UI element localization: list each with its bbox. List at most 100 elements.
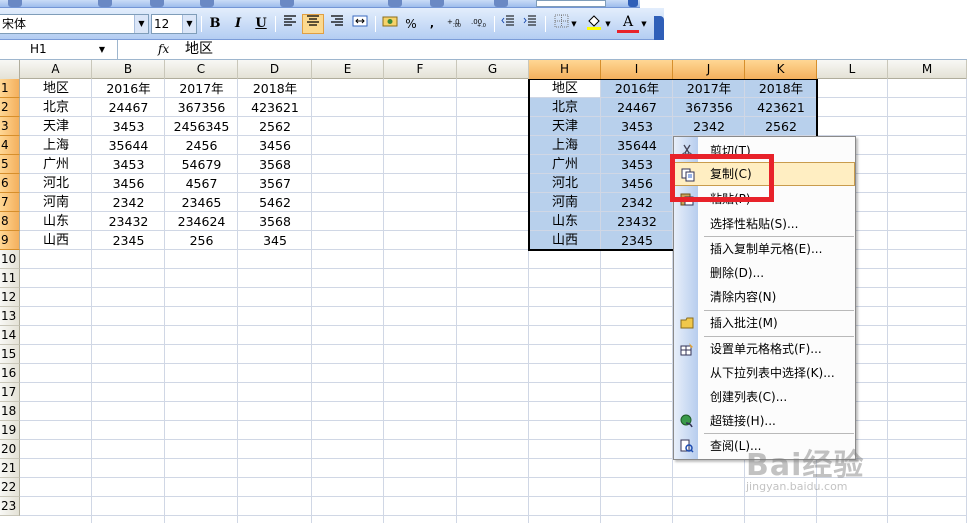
row-header[interactable]: 4	[0, 136, 20, 155]
table-cell[interactable]: 23432	[92, 212, 165, 231]
header-cell[interactable]: 地区	[529, 79, 601, 98]
row-header[interactable]: 2	[0, 98, 20, 117]
table-cell[interactable]: 3567	[238, 174, 312, 193]
table-cell[interactable]: 256	[165, 231, 238, 250]
row-header[interactable]: 17	[0, 383, 20, 402]
increase-indent-button[interactable]	[519, 14, 541, 34]
underline-button[interactable]: U	[250, 14, 272, 34]
column-header[interactable]: A	[20, 60, 92, 79]
toolbar-button-stub[interactable]	[388, 0, 402, 7]
toolbar-button-stub[interactable]	[8, 0, 22, 7]
column-header[interactable]: E	[312, 60, 384, 79]
row-header[interactable]: 20	[0, 440, 20, 459]
table-cell[interactable]: 3453	[92, 155, 165, 174]
table-cell[interactable]: 4567	[165, 174, 238, 193]
row-header[interactable]: 21	[0, 459, 20, 478]
table-cell[interactable]: 河北	[529, 174, 601, 193]
table-cell[interactable]: 24467	[92, 98, 165, 117]
table-cell[interactable]: 423621	[238, 98, 312, 117]
table-cell[interactable]: 3568	[238, 155, 312, 174]
menu-item-paste-special[interactable]: 选择性粘贴(S)...	[674, 212, 855, 236]
decrease-indent-button[interactable]	[497, 14, 519, 34]
percent-button[interactable]: %	[400, 14, 422, 34]
table-cell[interactable]: 2562	[745, 117, 817, 136]
table-cell[interactable]: 北京	[20, 98, 92, 117]
column-header[interactable]: H	[529, 60, 601, 79]
toolbar-button-stub[interactable]	[430, 0, 444, 7]
column-header[interactable]: M	[888, 60, 967, 79]
table-cell[interactable]: 山东	[20, 212, 92, 231]
table-cell[interactable]: 天津	[20, 117, 92, 136]
table-cell[interactable]: 345	[238, 231, 312, 250]
row-header[interactable]: 22	[0, 478, 20, 497]
table-cell[interactable]: 423621	[745, 98, 817, 117]
table-cell[interactable]: 2456345	[165, 117, 238, 136]
column-header[interactable]: K	[745, 60, 817, 79]
header-cell[interactable]: 2016年	[601, 79, 673, 98]
row-header[interactable]: 3	[0, 117, 20, 136]
fill-color-button[interactable]	[583, 14, 605, 34]
italic-button[interactable]: I	[227, 14, 249, 34]
table-cell[interactable]: 367356	[165, 98, 238, 117]
table-cell[interactable]: 3453	[601, 117, 673, 136]
font-color-button[interactable]: A	[617, 14, 639, 33]
table-cell[interactable]: 河南	[20, 193, 92, 212]
header-cell[interactable]: 2017年	[673, 79, 745, 98]
align-right-button[interactable]	[326, 14, 348, 34]
table-cell[interactable]: 广州	[529, 155, 601, 174]
row-header[interactable]: 8	[0, 212, 20, 231]
table-cell[interactable]: 3456	[601, 174, 673, 193]
align-center-button[interactable]	[302, 14, 324, 34]
menu-item-delete[interactable]: 删除(D)...	[674, 261, 855, 285]
zoom-box[interactable]	[536, 0, 606, 7]
row-header[interactable]: 16	[0, 364, 20, 383]
chevron-down-icon[interactable]: ▼	[639, 14, 649, 34]
menu-item-insert-comment[interactable]: 插入批注(M)	[674, 311, 855, 335]
formula-input[interactable]: 地区	[185, 40, 213, 59]
header-cell[interactable]: 地区	[20, 79, 92, 98]
merge-center-button[interactable]	[349, 14, 371, 34]
table-cell[interactable]: 2342	[601, 193, 673, 212]
column-header[interactable]: D	[238, 60, 312, 79]
row-header[interactable]: 23	[0, 497, 20, 516]
decrease-decimal-button[interactable]: .00 +.0	[469, 14, 491, 34]
table-cell[interactable]: 上海	[20, 136, 92, 155]
font-name-select[interactable]: 宋体 ▼	[0, 14, 149, 34]
table-cell[interactable]: 3456	[92, 174, 165, 193]
column-header[interactable]: C	[165, 60, 238, 79]
chevron-down-icon[interactable]: ▼	[182, 15, 196, 33]
font-size-select[interactable]: 12 ▼	[151, 14, 197, 34]
table-cell[interactable]: 3453	[601, 155, 673, 174]
column-header[interactable]: I	[601, 60, 673, 79]
table-cell[interactable]: 3456	[238, 136, 312, 155]
row-header[interactable]: 10	[0, 250, 20, 269]
column-header[interactable]: L	[817, 60, 888, 79]
menu-item-format-cells[interactable]: 设置单元格格式(F)...	[674, 337, 855, 361]
table-cell[interactable]: 23432	[601, 212, 673, 231]
column-header[interactable]: J	[673, 60, 745, 79]
comma-style-button[interactable]: ,	[421, 14, 443, 34]
table-cell[interactable]: 2562	[238, 117, 312, 136]
chevron-down-icon[interactable]: ▼	[603, 14, 613, 34]
table-cell[interactable]: 3453	[92, 117, 165, 136]
table-cell[interactable]: 2345	[601, 231, 673, 250]
row-header[interactable]: 1	[0, 79, 20, 98]
column-header[interactable]: F	[384, 60, 457, 79]
column-header[interactable]: G	[457, 60, 529, 79]
table-cell[interactable]: 上海	[529, 136, 601, 155]
menu-item-insert-copied-cells[interactable]: 插入复制单元格(E)...	[674, 237, 855, 261]
table-cell[interactable]: 3568	[238, 212, 312, 231]
align-left-button[interactable]	[279, 14, 301, 34]
toolbar-button-stub[interactable]	[200, 0, 214, 7]
table-cell[interactable]: 北京	[529, 98, 601, 117]
row-header[interactable]: 9	[0, 231, 20, 250]
bold-button[interactable]: B	[204, 14, 226, 34]
row-header[interactable]: 15	[0, 345, 20, 364]
toolbar-grip[interactable]	[628, 0, 638, 7]
toolbar-button-stub[interactable]	[280, 0, 294, 7]
row-header[interactable]: 19	[0, 421, 20, 440]
table-cell[interactable]: 河北	[20, 174, 92, 193]
table-cell[interactable]: 35644	[601, 136, 673, 155]
menu-item-hyperlink[interactable]: 超链接(H)...	[674, 409, 855, 433]
table-cell[interactable]: 2342	[92, 193, 165, 212]
